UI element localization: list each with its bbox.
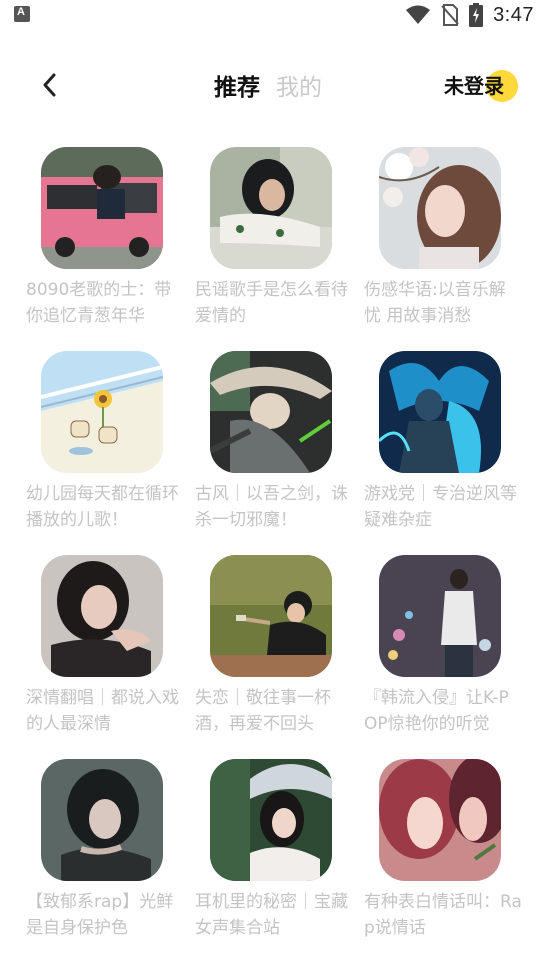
playlist-title: 『韩流入侵』让K-POP惊艳你的听觉 <box>364 688 509 734</box>
tab-bar: 推荐 我的 <box>214 68 322 102</box>
playlist-cover <box>41 147 163 269</box>
back-button[interactable] <box>36 70 64 100</box>
no-sim-icon <box>441 4 459 26</box>
playlist-title: 有种表白情话叫：Rap说情话 <box>364 892 522 938</box>
login-button[interactable]: 未登录 <box>444 70 518 102</box>
playlist-title: 游戏党｜专治逆风等疑难杂症 <box>364 484 517 530</box>
blossom-woman-cover-image <box>379 147 501 269</box>
playlist-cover <box>379 555 501 677</box>
wifi-icon <box>406 5 431 24</box>
playlist-cover <box>41 759 163 881</box>
playlist-cover <box>210 555 332 677</box>
tab-mine[interactable]: 我的 <box>276 68 322 102</box>
playlist-title: 失恋｜敬往事一杯酒，再爱不回头 <box>195 688 331 734</box>
playlist-title: 深情翻唱｜都说入戏的人最深情 <box>26 688 179 734</box>
playlist-title: 古风｜以吾之剑，诛杀一切邪魔！ <box>195 484 348 530</box>
playlist-title: 【致郁系rap】光鲜是自身保护色 <box>26 892 174 938</box>
battery-charging-icon <box>469 3 484 27</box>
status-time: 3:47 <box>493 3 534 26</box>
game-hero-cover-image <box>379 351 501 473</box>
playlist-cover <box>210 351 332 473</box>
umbrella-woman-cover-image <box>210 759 332 881</box>
app-notification-icon <box>14 6 30 22</box>
woman-at-table-cover-image <box>210 147 332 269</box>
playlist-title: 幼儿园每天都在循环播放的儿歌！ <box>26 484 179 530</box>
man-standing-cover-image <box>379 555 501 677</box>
playlist-cover <box>210 759 332 881</box>
playlist-cover <box>379 351 501 473</box>
swordsman-cover-image <box>210 351 332 473</box>
playlist-cover <box>379 147 501 269</box>
playlist-title: 耳机里的秘密｜宝藏女声集合站 <box>195 892 348 938</box>
tab-recommended[interactable]: 推荐 <box>214 68 260 102</box>
login-label: 未登录 <box>444 74 504 98</box>
chevron-left-icon <box>43 73 56 97</box>
playlist-title: 民谣歌手是怎么看待爱情的 <box>195 280 348 326</box>
woman-drinking-cover-image <box>210 555 332 677</box>
pink-car-cover-image <box>41 147 163 269</box>
woman-portrait-cover-image <box>41 555 163 677</box>
dark-girl-cover-image <box>41 759 163 881</box>
playlist-cover <box>41 351 163 473</box>
status-icons: 3:47 <box>405 2 534 28</box>
playlist-cover <box>41 555 163 677</box>
anime-couple-cover-image <box>379 759 501 881</box>
cartoon-bears-cover-image <box>41 351 163 473</box>
playlist-cover <box>210 147 332 269</box>
playlist-title: 8090老歌的士：带你追忆青葱年华 <box>26 280 172 326</box>
playlist-cover <box>379 759 501 881</box>
status-bar: 3:47 <box>0 0 546 30</box>
playlist-title: 伤感华语:以音乐解忧 用故事消愁 <box>364 280 506 326</box>
